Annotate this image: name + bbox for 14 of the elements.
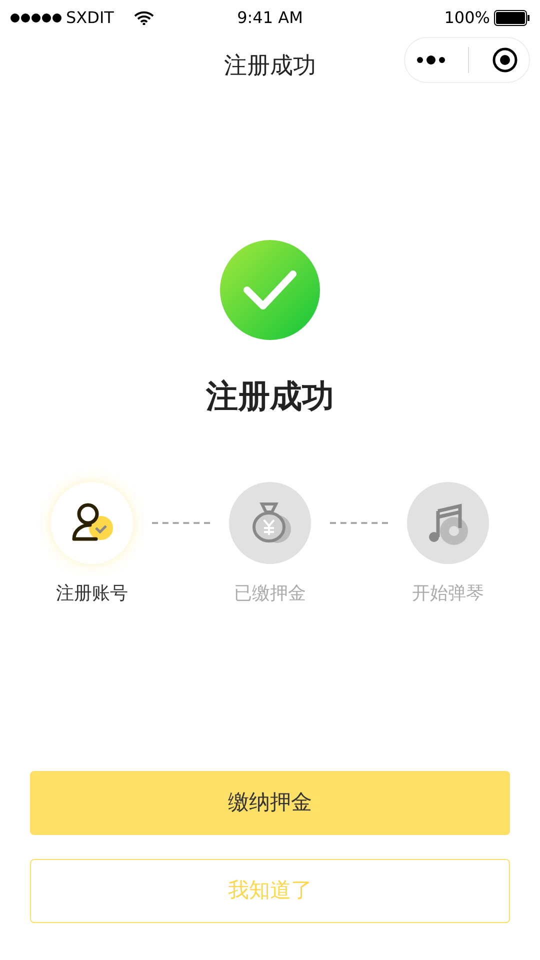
step-label: 注册账号 [56, 582, 128, 606]
signal-icon [10, 13, 62, 23]
step-label: 开始弹琴 [412, 582, 484, 606]
status-time: 9:41 AM [237, 7, 303, 29]
battery-icon [494, 10, 530, 26]
success-title: 注册成功 [206, 376, 334, 417]
battery-percent: 100% [444, 7, 490, 29]
carrier-name: SXDIT [66, 7, 114, 29]
step-label: 已缴押金 [234, 582, 306, 606]
wifi-icon [134, 11, 154, 25]
more-icon[interactable] [416, 55, 446, 65]
pay-deposit-button[interactable]: 缴纳押金 [30, 771, 510, 835]
page-title: 注册成功 [224, 52, 316, 81]
close-icon[interactable] [492, 47, 518, 73]
